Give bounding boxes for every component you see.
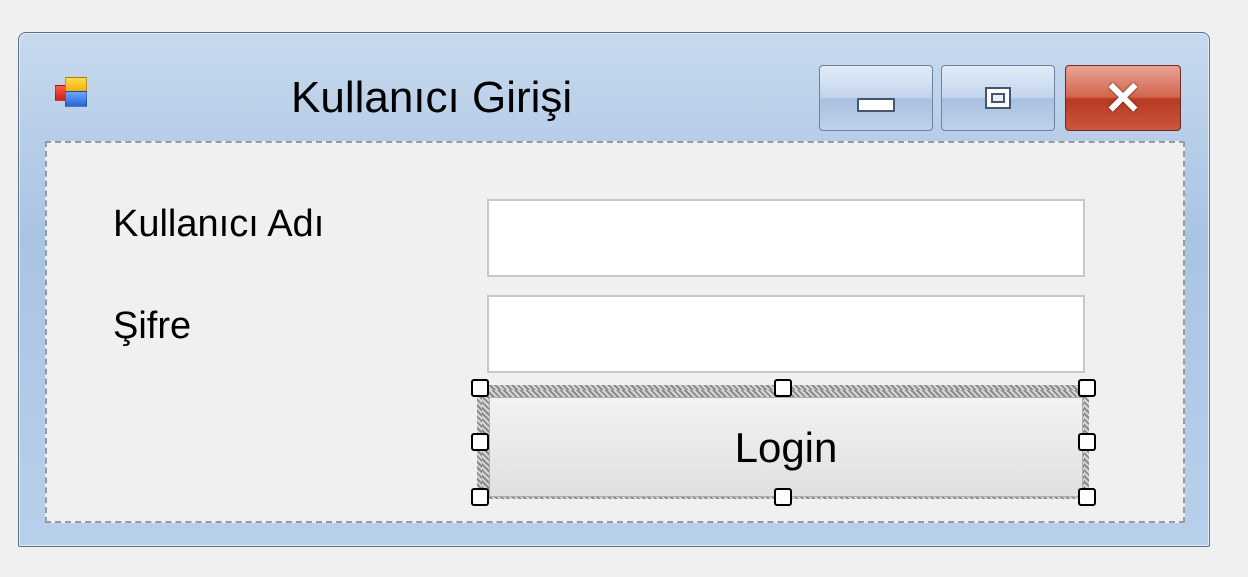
close-button[interactable]: ✕ (1065, 65, 1181, 131)
resize-handle-bottom-left[interactable] (471, 488, 489, 506)
resize-handle-top-right[interactable] (1078, 379, 1096, 397)
minimize-button[interactable] (819, 65, 933, 131)
minimize-icon (857, 98, 895, 112)
maximize-button[interactable] (941, 65, 1055, 131)
close-icon: ✕ (1103, 72, 1143, 124)
app-icon[interactable] (55, 77, 87, 107)
username-field[interactable] (487, 199, 1085, 277)
login-button[interactable]: Login (489, 397, 1083, 497)
password-label: Şifre (113, 305, 192, 347)
form-window: Kullanıcı Girişi ✕ Kullanıcı Adı Şifre L… (18, 32, 1210, 547)
username-label: Kullanıcı Adı (113, 203, 325, 245)
window-title: Kullanıcı Girişi (291, 73, 573, 122)
form-client-area: Kullanıcı Adı Şifre Login (45, 141, 1185, 523)
resize-handle-top-left[interactable] (471, 379, 489, 397)
resize-handle-right[interactable] (1078, 433, 1096, 451)
title-bar[interactable]: Kullanıcı Girişi ✕ (19, 33, 1209, 141)
resize-handle-bottom-right[interactable] (1078, 488, 1096, 506)
password-field[interactable] (487, 295, 1085, 373)
resize-handle-top[interactable] (774, 379, 792, 397)
maximize-icon (985, 87, 1011, 109)
resize-handle-bottom[interactable] (774, 488, 792, 506)
resize-handle-left[interactable] (471, 433, 489, 451)
